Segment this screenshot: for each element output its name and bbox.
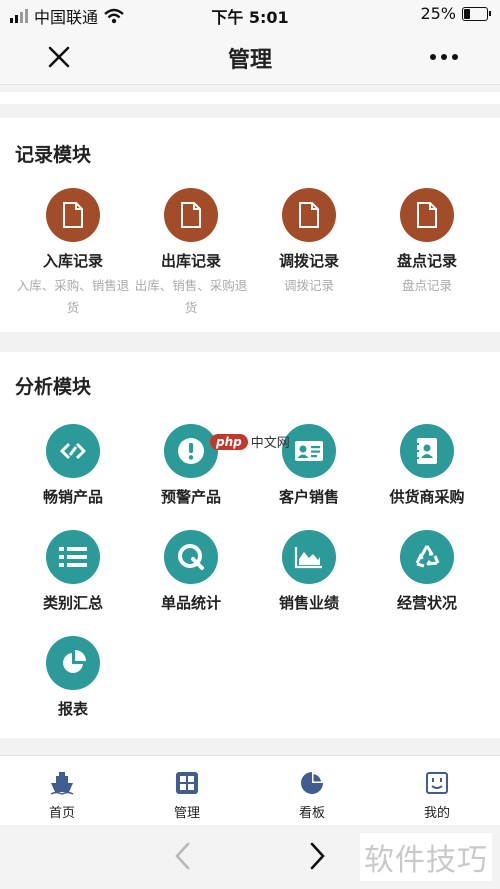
pie-icon [301, 772, 323, 794]
tab-label: 管理 [173, 806, 200, 821]
analysis-module-card: 分析模块 畅销产品 预警产品 客户销售 供货商采购 类别汇总 单品统计 销售业绩… [0, 352, 500, 738]
top-spacer-card [0, 92, 500, 104]
record-item-label: 盘点记录 [396, 252, 457, 270]
nav-bar: 管理 [0, 28, 500, 85]
back-arrow-icon[interactable] [172, 841, 194, 871]
recycle-icon [415, 545, 440, 568]
browser-toolbar: 软件技巧 [0, 825, 500, 889]
forward-arrow-icon[interactable] [306, 841, 328, 871]
analysis-item-label: 经营状况 [396, 594, 457, 612]
tab-label: 首页 [48, 806, 75, 821]
record-item-desc: 入库、采购、销售退货 [16, 278, 130, 315]
document-icon [181, 202, 201, 228]
record-item-outbound[interactable]: 出库记录 出库、销售、采购退货 [132, 188, 250, 319]
tab-bar: 首页 管理 看板 我的 [0, 755, 500, 826]
contact-book-icon [415, 438, 437, 464]
pie-chart-icon [63, 650, 86, 673]
analysis-item-label: 单品统计 [160, 594, 221, 612]
document-icon [299, 202, 319, 228]
watermark-site-name: 中文网 [250, 436, 290, 451]
analysis-item-sales-performance[interactable]: 销售业绩 [250, 530, 368, 613]
analysis-item-bestseller[interactable]: 畅销产品 [14, 424, 132, 507]
face-icon [426, 772, 448, 794]
tab-dashboard[interactable]: 看板 [262, 770, 362, 821]
record-module-title: 记录模块 [15, 144, 92, 166]
tab-mine[interactable]: 我的 [387, 770, 487, 821]
document-icon [417, 202, 437, 228]
document-icon [63, 202, 83, 228]
record-item-label: 入库记录 [42, 252, 103, 270]
status-bar: 中国联通 下午 5:01 25% [0, 0, 500, 28]
record-item-desc: 出库、销售、采购退货 [134, 278, 248, 315]
php-logo: php [210, 433, 248, 450]
ship-icon [50, 772, 74, 795]
battery-percent: 25% [420, 4, 456, 23]
record-item-desc: 调拨记录 [283, 278, 334, 293]
corner-watermark: 软件技巧 [360, 833, 492, 881]
tab-label: 看板 [298, 806, 325, 821]
record-item-stocktake[interactable]: 盘点记录 盘点记录 [368, 188, 486, 297]
id-card-icon [295, 441, 323, 461]
list-icon [59, 547, 87, 567]
analysis-item-label: 类别汇总 [42, 594, 103, 612]
analysis-item-label: 客户销售 [278, 488, 339, 506]
analysis-item-category-summary[interactable]: 类别汇总 [14, 530, 132, 613]
site-watermark: php 中文网 [210, 432, 290, 451]
analysis-item-business-status[interactable]: 经营状况 [368, 530, 486, 613]
record-item-label: 出库记录 [160, 252, 221, 270]
alert-icon [178, 438, 204, 464]
analysis-item-label: 畅销产品 [42, 488, 103, 506]
analysis-item-report[interactable]: 报表 [14, 636, 132, 719]
battery-icon [462, 6, 491, 21]
more-icon[interactable] [430, 54, 458, 60]
grid-icon [176, 772, 198, 794]
q-icon [178, 544, 204, 570]
record-item-label: 调拨记录 [278, 252, 339, 270]
page-title: 管理 [227, 48, 272, 73]
link-icon [60, 442, 86, 460]
record-module-card: 记录模块 入库记录 入库、采购、销售退货 出库记录 出库、销售、采购退货 调拨记… [0, 118, 500, 332]
analysis-module-title: 分析模块 [15, 376, 92, 398]
tab-label: 我的 [423, 806, 450, 821]
tab-home[interactable]: 首页 [12, 770, 112, 821]
battery-fill [464, 8, 470, 19]
analysis-item-label: 供货商采购 [389, 488, 465, 506]
record-item-inbound[interactable]: 入库记录 入库、采购、销售退货 [14, 188, 132, 319]
tab-manage[interactable]: 管理 [137, 770, 237, 821]
record-item-transfer[interactable]: 调拨记录 调拨记录 [250, 188, 368, 297]
analysis-item-product-stats[interactable]: 单品统计 [132, 530, 250, 613]
analysis-item-label: 销售业绩 [278, 594, 339, 612]
analysis-item-label: 报表 [57, 700, 88, 718]
analysis-item-supplier-purchase[interactable]: 供货商采购 [368, 424, 486, 507]
area-chart-icon [294, 547, 322, 569]
record-item-desc: 盘点记录 [401, 278, 452, 293]
analysis-item-label: 预警产品 [160, 488, 221, 506]
